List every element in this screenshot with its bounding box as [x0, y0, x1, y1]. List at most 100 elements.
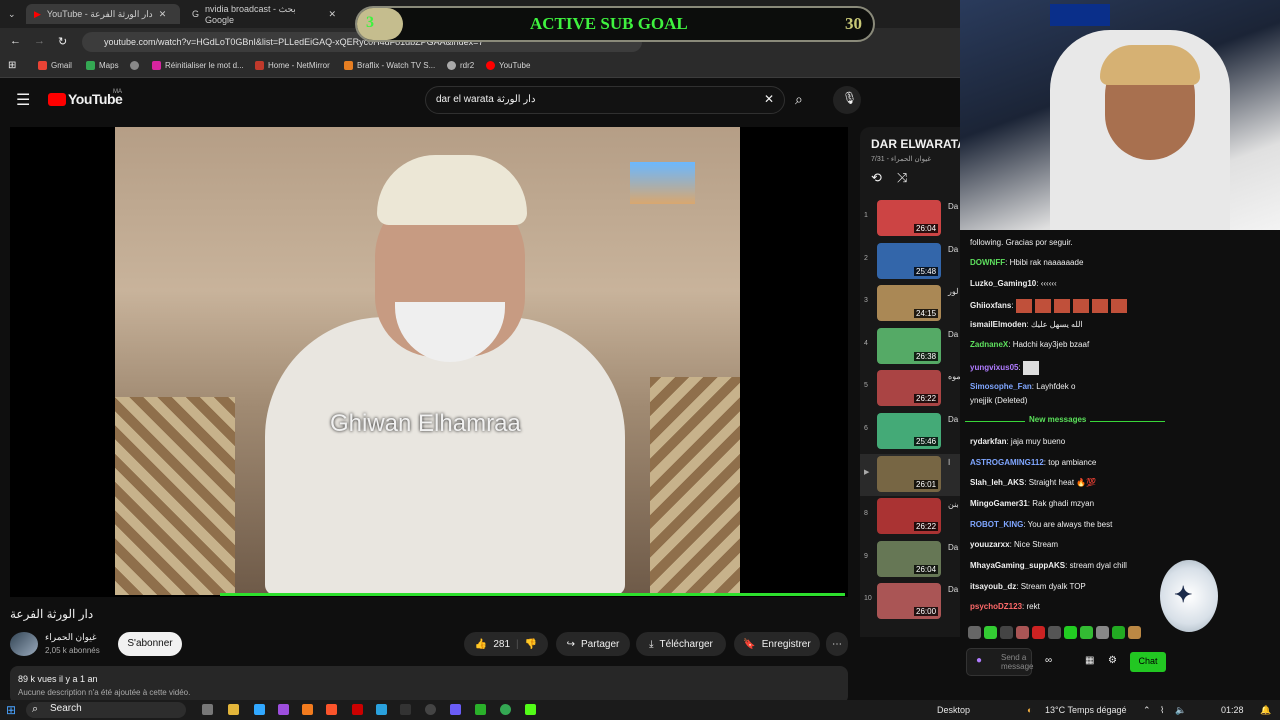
chat-username[interactable]: Luzko_Gaming10 — [970, 279, 1036, 288]
app-icon[interactable] — [302, 704, 313, 715]
playlist-item-title[interactable]: بنن — [948, 500, 959, 509]
chat-username[interactable]: Simosophe_Fan — [970, 382, 1032, 391]
notification-icon[interactable]: 🔔 — [1260, 705, 1271, 716]
share-button[interactable]: ↪ Partager — [556, 632, 630, 656]
chat-username[interactable]: ismailElmoden — [970, 320, 1026, 329]
playlist-item-title[interactable]: ا — [948, 458, 950, 467]
microphone-icon[interactable]: ● — [976, 655, 982, 666]
save-button[interactable]: 🔖 Enregistrer — [734, 632, 820, 656]
bookmark-netmirror[interactable]: Home - NetMirror — [255, 61, 330, 70]
playlist-item-title[interactable]: لور — [948, 287, 958, 296]
forward-icon[interactable]: → — [34, 35, 45, 47]
voice-search-button[interactable]: 🎙 — [833, 86, 861, 114]
gift-icon[interactable]: ▦ — [1085, 655, 1094, 666]
chat-username[interactable]: DOWNFF — [970, 258, 1005, 267]
chat-username[interactable]: ASTROGAMING112 — [970, 458, 1044, 467]
youtube-logo-icon[interactable] — [48, 93, 66, 106]
chat-username[interactable]: Slah_leh_AKS — [970, 478, 1024, 487]
emote-icon[interactable] — [968, 626, 981, 639]
playlist-item-title[interactable]: Da — [948, 245, 958, 254]
chat-username[interactable]: psychoDZ123 — [970, 602, 1022, 611]
playlist-title[interactable]: DAR ELWARATA — [871, 137, 966, 151]
description-box[interactable] — [10, 666, 848, 704]
more-actions-button[interactable]: ⋯ — [826, 632, 848, 656]
close-icon[interactable]: ✕ — [328, 9, 336, 20]
playlist-item-title[interactable]: Da — [948, 543, 958, 552]
playlist-item[interactable]: 10 26:00 Da — [860, 581, 960, 623]
emote-icon[interactable] — [1128, 626, 1141, 639]
playlist-item[interactable]: 1 26:04 Da — [860, 198, 960, 240]
tab-list-button[interactable]: ⌄ — [0, 4, 22, 24]
chat-username[interactable]: ROBOT_KING — [970, 520, 1023, 529]
capcut-icon[interactable] — [400, 704, 411, 715]
bookmark-globe[interactable] — [130, 61, 139, 70]
bookmark-instagram[interactable]: Réinitialiser le mot d... — [152, 61, 244, 70]
back-icon[interactable]: ← — [10, 35, 21, 47]
playlist-item[interactable]: 2 25:48 Da — [860, 241, 960, 283]
bookmark-braflix[interactable]: Braflix - Watch TV S... — [344, 61, 435, 70]
emote-icon[interactable] — [1048, 626, 1061, 639]
chat-username[interactable]: yungvixus05 — [970, 363, 1018, 372]
bookmark-gmail[interactable]: Gmail — [38, 61, 72, 70]
playlist-item[interactable]: 9 26:04 Da — [860, 539, 960, 581]
chat-username[interactable]: itsayoub_dz — [970, 582, 1016, 591]
app-icon[interactable] — [475, 704, 486, 715]
search-input[interactable]: dar el warata دار الورثة — [425, 86, 785, 114]
desktop-label[interactable]: Desktop — [937, 705, 970, 715]
chrome-icon[interactable] — [500, 704, 511, 715]
bookmark-maps[interactable]: Maps — [86, 61, 119, 70]
chat-username[interactable]: MingoGamer31 — [970, 499, 1028, 508]
chat-username[interactable]: youuzarxx — [970, 540, 1010, 549]
volume-icon[interactable]: 🔈 — [1175, 705, 1186, 716]
clear-search-icon[interactable]: ✕ — [764, 92, 774, 106]
channel-name[interactable]: غيوان الحمراء — [45, 632, 97, 643]
search-button[interactable]: ⌕ — [785, 86, 821, 114]
new-messages-label[interactable]: New messages — [1025, 415, 1091, 424]
emote-icon[interactable] — [1064, 626, 1077, 639]
emote-icon[interactable] — [984, 626, 997, 639]
obs-icon[interactable] — [425, 704, 436, 715]
playlist-item[interactable]: 6 25:46 Da — [860, 411, 960, 453]
discord-icon[interactable] — [450, 704, 461, 715]
emote-picker-icon[interactable]: ∞ — [1045, 655, 1052, 666]
close-icon[interactable]: ✕ — [159, 9, 167, 20]
emote-icon[interactable] — [1032, 626, 1045, 639]
app-icon[interactable] — [352, 704, 363, 715]
shuffle-icon[interactable]: ⤨ — [897, 170, 907, 186]
weather-text[interactable]: 13°C Temps dégagé — [1045, 705, 1127, 715]
network-icon[interactable]: ⌇ — [1160, 705, 1164, 716]
channel-avatar[interactable] — [10, 632, 38, 656]
windows-start-icon[interactable]: ⊞ — [6, 703, 16, 717]
playlist-item[interactable]: 8 26:22 بنن — [860, 496, 960, 538]
playlist-item[interactable]: 5 26:22 موه — [860, 368, 961, 410]
chat-username[interactable]: Ghiioxfans — [970, 301, 1011, 310]
download-button[interactable]: ⤓ Télécharger — [636, 632, 726, 656]
playlist-item-title[interactable]: Da — [948, 415, 958, 424]
gear-icon[interactable]: ⚙ — [1108, 655, 1117, 666]
reload-icon[interactable]: ↻ — [58, 35, 67, 48]
playlist-item[interactable]: 3 24:15 لور — [860, 283, 960, 325]
clock[interactable]: 01:28 — [1221, 705, 1244, 715]
tray-chevron-icon[interactable]: ⌃ — [1143, 705, 1151, 716]
emote-icon[interactable] — [1080, 626, 1093, 639]
kick-icon[interactable] — [525, 704, 536, 715]
playlist-item-title[interactable]: Da — [948, 330, 958, 339]
bookmark-youtube[interactable]: YouTube — [486, 61, 530, 70]
menu-icon[interactable]: ☰ — [16, 90, 30, 110]
telegram-icon[interactable] — [376, 704, 387, 715]
chat-username[interactable]: ZadnaneX — [970, 340, 1008, 349]
like-icon[interactable]: 👍 — [475, 639, 487, 650]
loop-icon[interactable]: ⟲ — [871, 170, 882, 186]
video-player[interactable] — [10, 127, 848, 597]
emote-icon[interactable] — [1000, 626, 1013, 639]
emote-icon[interactable] — [1112, 626, 1125, 639]
chat-username[interactable]: rydarkfan — [970, 437, 1006, 446]
dislike-icon[interactable]: 👎 — [525, 639, 537, 650]
taskbar-search[interactable]: Search — [26, 702, 186, 718]
brave-icon[interactable] — [326, 704, 337, 715]
task-view-icon[interactable] — [202, 704, 213, 715]
playlist-item-title[interactable]: موه — [948, 372, 961, 381]
bookmark-rdr2[interactable]: rdr2 — [447, 61, 474, 70]
photoshop-icon[interactable] — [254, 704, 265, 715]
like-count[interactable]: 281 — [493, 639, 510, 650]
